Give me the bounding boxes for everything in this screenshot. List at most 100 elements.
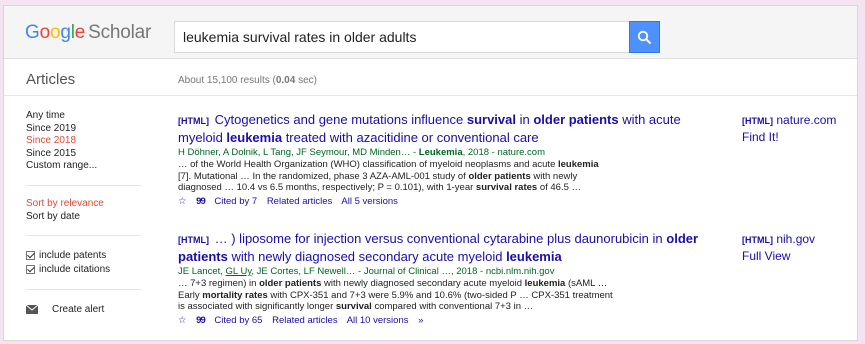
results-count-suffix: sec)	[295, 75, 317, 86]
results-count-prefix: About 15,100 results (	[178, 75, 276, 86]
snippet-text: of 46.5 …	[537, 182, 582, 193]
filter-any-time[interactable]: Any time	[26, 110, 141, 123]
all-versions-link[interactable]: All 10 versions	[347, 315, 409, 326]
title-highlight: older patients	[533, 112, 619, 127]
search-input[interactable]: leukemia survival rates in older adults	[174, 21, 629, 53]
authors-text: JE Lancet,	[178, 266, 226, 277]
full-text-side-link[interactable]: [HTML] nih.gov Full View	[742, 231, 815, 264]
sidebar-divider	[26, 184, 141, 186]
snippet-text: … 7+3 regimen) in	[178, 278, 260, 289]
include-patents-checkbox[interactable]: include patents	[26, 248, 141, 263]
result-authors: JE Lancet, GL Uy, JE Cortes, LF Newell… …	[178, 265, 723, 278]
results-time: 0.04	[275, 75, 296, 86]
google-scholar-logo[interactable]: Google Scholar	[25, 22, 151, 44]
result-title-link[interactable]: [HTML] Cytogenetics and gene mutations i…	[178, 112, 723, 146]
author-profile-link[interactable]: GL Uy	[226, 266, 252, 277]
all-versions-link[interactable]: All 5 versions	[341, 196, 398, 207]
search-button[interactable]	[629, 21, 660, 53]
format-tag: [HTML]	[178, 116, 209, 126]
logo-letter: e	[74, 22, 86, 43]
snippet-text: diagnosed … 10.4 vs 6.5 months, respecti…	[178, 182, 476, 193]
format-tag: [HTML]	[742, 235, 773, 245]
title-text: with newly diagnosed secondary acute mye…	[227, 248, 507, 264]
format-tag: [HTML]	[742, 116, 773, 126]
snippet-text: with newly diagnosed secondary acute mye…	[321, 278, 525, 289]
more-chevron-icon[interactable]: »	[418, 315, 423, 326]
filter-since-2018[interactable]: Since 2018	[26, 135, 141, 148]
snippet-text: with newly	[530, 170, 578, 182]
snippet-text: is associated with significantly longer	[178, 301, 336, 312]
result-snippet: … of the World Health Organization (WHO)…	[178, 159, 723, 194]
checkbox-icon	[26, 265, 35, 275]
search-result: [HTML] … ) liposome for injection versus…	[178, 231, 723, 328]
snippet-text: with CPX-351 and 7+3 were 5.9% and 10.6%…	[267, 289, 613, 301]
find-it-link[interactable]: Find It!	[742, 129, 836, 145]
include-patents-label: include patents	[39, 249, 107, 261]
filter-custom-range[interactable]: Custom range...	[26, 160, 141, 173]
full-text-side-link[interactable]: [HTML] nature.com Find It!	[742, 112, 836, 145]
snippet-text: compared with conventional 7+3 in …	[371, 301, 534, 312]
sort-by-date[interactable]: Sort by date	[26, 211, 141, 224]
save-star-icon[interactable]: ☆	[178, 196, 187, 207]
sidebar-divider	[26, 289, 141, 291]
filter-since-2019[interactable]: Since 2019	[26, 123, 141, 136]
header: Google Scholar leukemia survival rates in…	[4, 6, 857, 59]
snippet-text: Early	[178, 289, 203, 301]
side-source: nature.com	[776, 113, 837, 127]
subheader: Articles About 15,100 results (0.04 sec)	[4, 59, 857, 96]
snippet-highlight: survival rates	[475, 182, 538, 193]
scholar-window: Google Scholar leukemia survival rates in…	[3, 5, 858, 341]
sort-by-relevance[interactable]: Sort by relevance	[26, 198, 141, 211]
logo-scholar-text: Scholar	[88, 22, 152, 43]
snippet-text: … of the World Health Organization (WHO)…	[178, 159, 558, 170]
journal-name: Leukemia	[418, 147, 463, 158]
sidebar: Any time Since 2019 Since 2018 Since 201…	[26, 110, 141, 316]
title-text: … ) liposome for injection versus conven…	[214, 231, 667, 246]
snippet-highlight: leukemia	[558, 159, 599, 170]
authors-text: , JE Cortes, LF Newell… - Journal of Cli…	[251, 266, 555, 277]
snippet-highlight: leukemia	[524, 278, 566, 289]
snippet-highlight: older patients	[468, 170, 531, 182]
snippet-highlight: mortality rates	[202, 289, 268, 301]
include-citations-label: include citations	[39, 264, 111, 276]
cite-quote-icon[interactable]: 99	[196, 315, 206, 326]
logo-letter: g	[60, 22, 71, 43]
full-view-link[interactable]: Full View	[742, 248, 815, 264]
snippet-text: (sAML …	[565, 278, 608, 289]
filter-since-2015[interactable]: Since 2015	[26, 148, 141, 161]
search-result: [HTML] Cytogenetics and gene mutations i…	[178, 112, 723, 209]
snippet-highlight: survival	[335, 301, 372, 312]
related-articles-link[interactable]: Related articles	[272, 315, 337, 326]
title-highlight: leukemia	[506, 248, 562, 264]
envelope-icon	[26, 304, 38, 314]
result-title-link[interactable]: [HTML] … ) liposome for injection versus…	[178, 231, 723, 265]
journal-rest: , 2018 - nature.com	[462, 147, 545, 158]
include-citations-checkbox[interactable]: include citations	[26, 263, 141, 278]
format-tag: [HTML]	[178, 235, 209, 245]
checkbox-icon	[26, 250, 35, 260]
title-text: Cytogenetics and gene mutations influenc…	[214, 112, 467, 127]
cited-by-link[interactable]: Cited by 7	[214, 196, 257, 207]
snippet-highlight: older patients	[259, 278, 322, 289]
save-star-icon[interactable]: ☆	[178, 315, 187, 326]
snippet-text: [7]. Mutational … In the randomized, pha…	[178, 170, 469, 182]
create-alert-label: Create alert	[52, 303, 105, 315]
results-count: About 15,100 results (0.04 sec)	[178, 75, 317, 86]
title-text: treated with azacitidine or conventional…	[282, 129, 539, 145]
sidebar-divider	[26, 235, 141, 237]
create-alert-button[interactable]: Create alert	[26, 302, 141, 316]
title-text: in	[516, 112, 534, 127]
side-source: nih.gov	[776, 232, 816, 246]
logo-letter: G	[25, 22, 40, 43]
logo-letter: o	[39, 22, 51, 43]
cited-by-link[interactable]: Cited by 65	[214, 315, 262, 326]
result-snippet: … 7+3 regimen) in older patients with ne…	[178, 278, 723, 313]
cite-quote-icon[interactable]: 99	[196, 196, 206, 207]
search-icon	[637, 30, 652, 45]
authors-text: H Döhner, A Dolnik, L Tang, JF Seymour, …	[178, 147, 419, 158]
title-highlight: survival	[466, 112, 516, 127]
title-highlight: leukemia	[226, 129, 283, 145]
logo-letter: o	[49, 22, 61, 43]
related-articles-link[interactable]: Related articles	[267, 196, 332, 207]
result-authors: H Döhner, A Dolnik, L Tang, JF Seymour, …	[178, 146, 723, 159]
